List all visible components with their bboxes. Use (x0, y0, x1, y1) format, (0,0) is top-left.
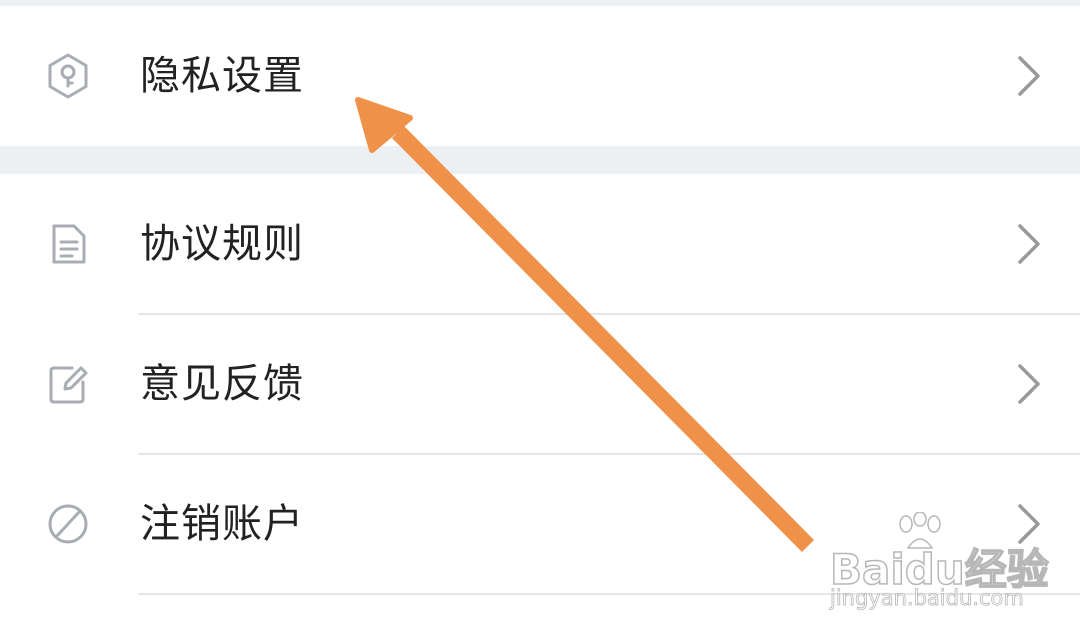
menu-item-cancel-account[interactable]: 注销账户 (0, 455, 1080, 593)
menu-item-label: 隐私设置 (140, 53, 304, 99)
menu-item-label: 意见反馈 (140, 361, 304, 407)
chevron-right-icon (1010, 360, 1046, 408)
edit-feedback-icon (44, 360, 92, 408)
menu-item-privacy-settings[interactable]: 隐私设置 (0, 6, 1080, 146)
chevron-right-icon (1010, 220, 1046, 268)
cancel-account-icon (44, 500, 92, 548)
divider (138, 593, 1080, 595)
menu-item-agreement-rules[interactable]: 协议规则 (0, 174, 1080, 314)
chevron-right-icon (1010, 52, 1046, 100)
chevron-right-icon (1010, 500, 1046, 548)
menu-item-label: 注销账户 (140, 501, 304, 547)
section-separator (0, 146, 1080, 174)
document-icon (44, 220, 92, 268)
privacy-shield-icon (44, 52, 92, 100)
menu-item-feedback[interactable]: 意见反馈 (0, 315, 1080, 453)
menu-item-label: 协议规则 (140, 221, 304, 267)
settings-screen: 隐私设置 协议规则 意见反馈 注销账户 Baidu经验 jingyan.baid… (0, 0, 1080, 630)
